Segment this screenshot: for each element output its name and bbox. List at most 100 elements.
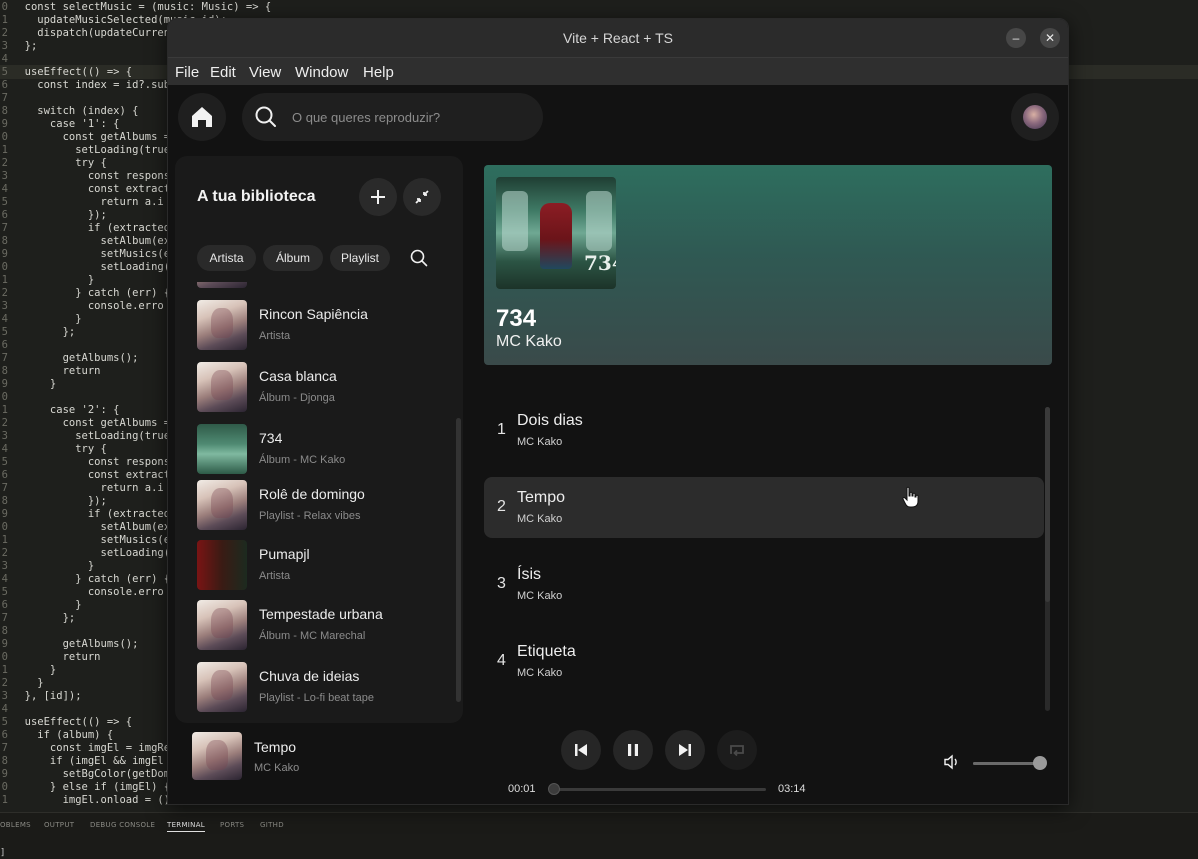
- code-text: const extract: [12, 469, 171, 481]
- filter-chip-artista[interactable]: Artista: [197, 245, 256, 271]
- volume-handle[interactable]: [1033, 756, 1047, 770]
- code-text: const imgEl = imgRe: [12, 742, 171, 754]
- repeat-button[interactable]: [717, 730, 757, 770]
- library-item[interactable]: 734 Álbum - MC Kako: [197, 424, 447, 474]
- library-item-name: Rincon Sapiência: [259, 306, 368, 322]
- window-titlebar[interactable]: Vite + React + TS – ✕: [168, 19, 1068, 57]
- library-search-icon[interactable]: [409, 248, 429, 268]
- tracks-scrollbar-thumb[interactable]: [1045, 407, 1050, 602]
- code-text: const respons: [12, 456, 171, 468]
- item-cover: [197, 424, 247, 474]
- track-title: Ísis: [517, 566, 541, 583]
- library-item[interactable]: Rolê de domingo Playlist - Relax vibes: [197, 480, 447, 530]
- code-text: setMusics(e: [12, 248, 171, 260]
- track-title: Tempo: [517, 489, 566, 506]
- add-to-library-button[interactable]: [359, 178, 397, 216]
- volume-slider[interactable]: [973, 756, 1047, 770]
- library-item[interactable]: Chuva de ideias Playlist - Lo-fi beat tap…: [197, 662, 447, 712]
- minimize-button[interactable]: –: [1006, 28, 1026, 48]
- pause-button[interactable]: [613, 730, 653, 770]
- panel-tab-output[interactable]: OUTPUT: [44, 821, 74, 829]
- filter-chip-playlist[interactable]: Playlist: [330, 245, 390, 271]
- line-number: 2: [1, 27, 8, 39]
- now-playing-artist[interactable]: MC Kako: [254, 762, 299, 774]
- track-row[interactable]: 5Sem coraçãoMC Kako: [484, 708, 1044, 714]
- track-number: 4: [497, 652, 506, 669]
- code-text: const index = id?.sub: [12, 79, 171, 91]
- line-number: 1: [1, 794, 8, 806]
- code-text: }: [12, 664, 57, 676]
- line-number: 3: [1, 40, 8, 52]
- menu-window[interactable]: Window: [295, 64, 348, 81]
- item-cover: [197, 282, 247, 288]
- search-input[interactable]: [292, 107, 532, 127]
- menu-view[interactable]: View: [249, 64, 281, 81]
- skip-next-icon: [679, 744, 691, 756]
- line-number: 5: [1, 456, 8, 468]
- code-text: console.erro: [12, 300, 164, 312]
- library-item-name: Rolê de domingo: [259, 486, 365, 502]
- panel-tab-github[interactable]: GITHD: [260, 821, 284, 829]
- track-row[interactable]: 3 Ísis MC Kako: [484, 554, 1044, 615]
- now-playing-title[interactable]: Tempo: [254, 739, 296, 755]
- line-number: 2: [1, 417, 8, 429]
- code-text: if (album) {: [12, 729, 114, 741]
- line-number: 8: [1, 365, 8, 377]
- line-number: 6: [1, 339, 8, 351]
- next-button[interactable]: [665, 730, 705, 770]
- filter-chip-album[interactable]: Álbum: [263, 245, 323, 271]
- volume-icon[interactable]: [943, 753, 961, 771]
- line-number: 2: [1, 287, 8, 299]
- panel-tab-ports[interactable]: PORTS: [220, 821, 244, 829]
- track-row[interactable]: 2 Tempo MC Kako: [484, 477, 1044, 538]
- code-text: }: [12, 378, 57, 390]
- library-scrollbar[interactable]: [456, 418, 461, 702]
- code-text: const respons: [12, 170, 171, 182]
- previous-button[interactable]: [561, 730, 601, 770]
- menu-file[interactable]: File: [175, 64, 199, 81]
- line-number: 5: [1, 66, 8, 78]
- code-text: };: [12, 40, 38, 52]
- panel-tab-debug-console[interactable]: DEBUG CONSOLE: [90, 821, 155, 829]
- line-number: 7: [1, 222, 8, 234]
- code-text: };: [12, 326, 76, 338]
- library-item-name: 734: [259, 430, 283, 446]
- progress-handle[interactable]: [548, 783, 561, 795]
- close-button[interactable]: ✕: [1040, 28, 1060, 48]
- plus-icon: [371, 190, 385, 204]
- code-text: setMusics(e: [12, 534, 171, 546]
- menu-edit[interactable]: Edit: [210, 64, 236, 81]
- list-item[interactable]: [197, 282, 447, 288]
- code-text: }: [12, 677, 44, 689]
- library-item[interactable]: Rincon Sapiência Artista: [197, 300, 447, 350]
- library-item[interactable]: Casa blanca Álbum - Djonga: [197, 362, 447, 412]
- line-number: 1: [1, 664, 8, 676]
- line-number: 1: [1, 144, 8, 156]
- tracks-scrollbar[interactable]: [1045, 407, 1050, 711]
- library-item[interactable]: Tempestade urbana Álbum - MC Marechal: [197, 600, 447, 650]
- progress-bar[interactable]: [548, 783, 766, 795]
- panel-tab-problems[interactable]: OBLEMS: [0, 821, 31, 829]
- album-artist[interactable]: MC Kako: [496, 333, 562, 351]
- track-row[interactable]: 4 Etiqueta MC Kako: [484, 631, 1044, 692]
- track-row[interactable]: 1 Dois dias MC Kako: [484, 400, 1044, 461]
- code-text: return a.i: [12, 482, 164, 494]
- code-text: try {: [12, 443, 107, 455]
- item-cover: [197, 362, 247, 412]
- line-number: 6: [1, 79, 8, 91]
- line-number: 4: [1, 443, 8, 455]
- library-item[interactable]: Pumapjl Artista: [197, 540, 447, 590]
- library-item-subtitle: Álbum - MC Kako: [259, 454, 346, 466]
- panel-tab-terminal[interactable]: TERMINAL: [167, 821, 205, 832]
- profile-button[interactable]: [1011, 93, 1059, 141]
- menu-help[interactable]: Help: [363, 64, 394, 81]
- home-button[interactable]: [178, 93, 226, 141]
- line-number: 4: [1, 53, 8, 65]
- line-number: 0: [1, 781, 8, 793]
- collapse-library-button[interactable]: [403, 178, 441, 216]
- line-number: 7: [1, 92, 8, 104]
- search-bar[interactable]: [242, 93, 543, 141]
- code-text: setAlbum(ex: [12, 521, 171, 533]
- code-text: const getAlbums =: [12, 131, 171, 143]
- code-text: } catch (err) {: [12, 287, 171, 299]
